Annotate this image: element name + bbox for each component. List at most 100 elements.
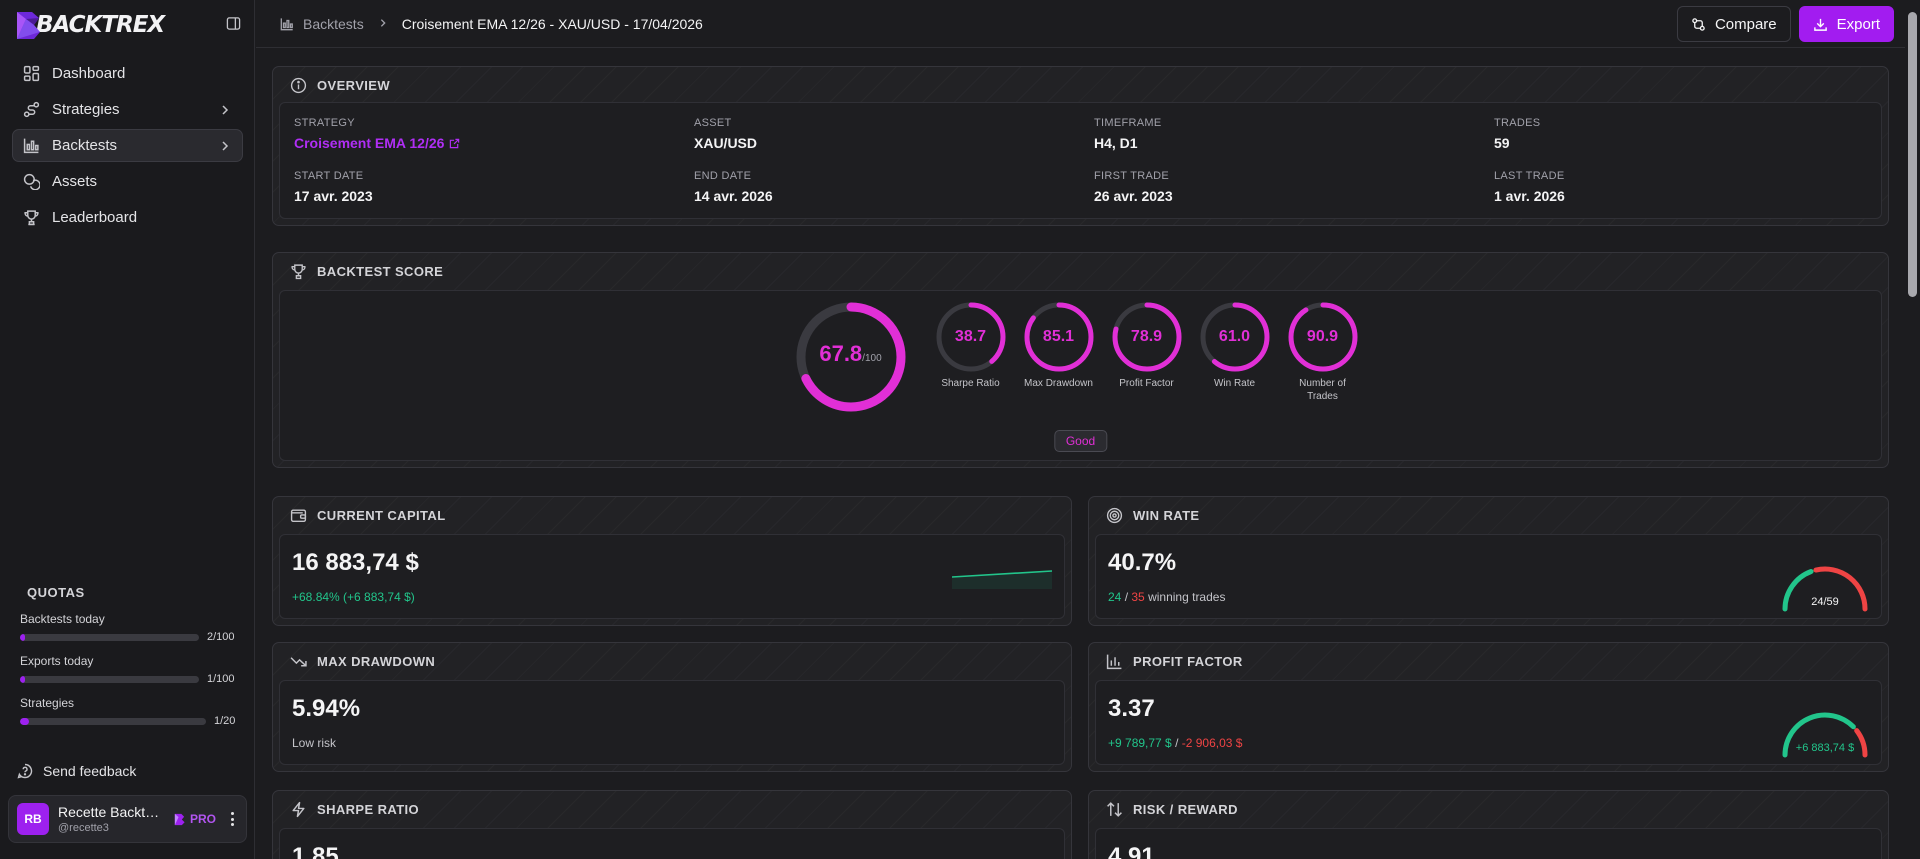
score-win-rate: 61.0 Win Rate [1191,301,1279,390]
component-label: Profit Factor [1119,378,1174,389]
profit-factor-body: 3.37 +9 789,77 $ / -2 906,03 $ +6 883,74… [1095,680,1882,765]
overview-value: 1 avr. 2026 [1494,188,1565,204]
overview-start-date: START DATE 17 avr. 2023 [294,170,674,204]
overview-label: END DATE [694,170,752,182]
sidebar-item-strategies[interactable]: Strategies [12,93,243,126]
export-label: Export [1836,15,1880,33]
lightning-icon [289,800,307,818]
overview-label: LAST TRADE [1494,170,1565,182]
sidebar-toggle-icon [226,16,240,30]
gross-profit: +9 789,77 $ [1108,736,1172,750]
sidebar-toggle-button[interactable] [224,14,242,32]
top-header: Backtests Croisement EMA 12/26 - XAU/USD… [256,0,1905,48]
gross-loss: -2 906,03 $ [1181,736,1243,750]
kebab-dot-icon [230,817,234,821]
winning-trades-count: 24 [1108,590,1122,604]
quota-label: Exports today [20,654,94,668]
wallet-icon [289,506,307,524]
user-info: Recette Backtrex @recette3 [58,804,173,834]
user-card[interactable]: RB Recette Backtrex @recette3 PRO [8,795,247,843]
sidebar-item-assets[interactable]: Assets [12,165,243,198]
component-label: Sharpe Ratio [941,378,1000,389]
capital-header: CURRENT CAPITAL [273,497,1071,533]
quota-progress-fill [20,675,26,683]
quotas-title: QUOTAS [27,585,85,600]
quota-label: Strategies [20,696,75,710]
component-value: 90.9 [1306,328,1339,345]
backtrex-logo-icon [17,12,40,39]
sidebar-item-label: Leaderboard [52,209,138,226]
dashboard-icon [22,65,40,83]
profit-factor-card: PROFIT FACTOR 3.37 +9 789,77 $ / -2 906,… [1088,642,1889,772]
send-feedback-button[interactable]: Send feedback [16,762,136,779]
compare-label: Compare [1714,15,1777,33]
kebab-dot-icon [230,812,234,815]
quota-strategies: Strategies 1/20 [20,696,240,727]
sharpe-body: 1.85 [279,828,1065,859]
drawdown-header: MAX DRAWDOWN [273,643,1071,679]
info-icon [289,76,307,94]
sharpe-ratio-card: SHARPE RATIO 1.85 [272,790,1072,859]
pro-logo-icon [174,813,185,825]
overview-value: H4, D1 [1094,135,1138,151]
trophy-icon [22,209,40,227]
overview-label: TRADES [1494,117,1541,129]
overview-end-date: END DATE 14 avr. 2026 [694,170,1074,204]
user-menu-button[interactable] [226,810,238,828]
winrate-title: WIN RATE [1133,507,1200,523]
sidebar-item-leaderboard[interactable]: Leaderboard [12,201,243,234]
score-sharpe-ratio: 38.7 Sharpe Ratio [927,301,1015,390]
score-rating-badge: Good [1053,430,1108,452]
overview-strategy: STRATEGY Croisement EMA 12/26 [294,117,674,151]
risk-reward-body: 4.91 [1095,828,1882,859]
breadcrumb-current: Croisement EMA 12/26 - XAU/USD - 17/04/2… [401,15,703,32]
component-value: 78.9 [1130,328,1163,345]
capital-sparkline [952,570,1053,589]
max-drawdown-card: MAX DRAWDOWN 5.94% Low risk [272,642,1072,772]
score-title: BACKTEST SCORE [317,263,444,279]
capital-change: +68.84% (+6 883,74 $) [292,590,415,604]
sharpe-value: 1.85 [292,843,339,859]
sidebar-item-label: Backtests [52,137,118,154]
profit-factor-gauge-label: +6 883,74 $ [1796,742,1854,754]
sidebar-item-dashboard[interactable]: Dashboard [12,57,243,90]
gauge-win-arc [1782,568,1814,612]
overview-card: OVERVIEW STRATEGY Croisement EMA 12/26 A… [272,66,1889,226]
export-button[interactable]: Export [1798,6,1894,42]
help-circle-icon [16,762,33,779]
quota-progress-bar [20,717,206,725]
winrate-gauge: 24/59 [1782,566,1868,612]
quota-progress-bar [20,675,199,683]
winrate-header: WIN RATE [1089,497,1888,533]
overview-label: FIRST TRADE [1094,170,1170,182]
sidebar-item-backtests[interactable]: Backtests [12,129,243,162]
losing-trades-count: 35 [1131,590,1145,604]
component-label: Win Rate [1213,378,1256,389]
chevron-right-icon [218,139,232,153]
strategy-link[interactable]: Croisement EMA 12/26 [294,135,674,151]
score-max-drawdown: 85.1 Max Drawdown [1015,301,1103,390]
breadcrumb-backtests-link[interactable]: Backtests [303,16,364,32]
bar-chart-icon [1105,652,1123,670]
header-actions: Compare Export [1669,6,1894,42]
sidebar-item-label: Assets [52,173,98,190]
overview-title: OVERVIEW [317,77,391,93]
quota-backtests: Backtests today 2/100 [20,612,240,643]
sharpe-title: SHARPE RATIO [317,801,420,817]
page-scrollbar[interactable] [1905,0,1920,859]
compare-button[interactable]: Compare [1676,6,1791,42]
scrollbar-thumb[interactable] [1908,12,1917,297]
backtests-icon [22,137,40,155]
backtest-score-card: BACKTEST SCORE 67.8/100 38.7 Sharpe Rati… [272,252,1889,468]
overview-value: 59 [1494,135,1510,151]
target-icon [1105,506,1123,524]
trending-down-icon [289,652,307,670]
gauge-loss-arc [1854,728,1868,758]
arrows-up-down-icon [1105,800,1123,818]
win-rate-card: WIN RATE 40.7% 24 / 35 winning trades 24… [1088,496,1889,626]
risk-reward-value: 4.91 [1108,843,1155,859]
app-logo[interactable]: BACKTREX [14,10,165,40]
sidebar-item-label: Dashboard [52,65,126,82]
sidebar-nav: Dashboard Strategies Backtests Assets Le… [12,57,243,237]
total-score-gauge: 67.8/100 [795,301,907,413]
